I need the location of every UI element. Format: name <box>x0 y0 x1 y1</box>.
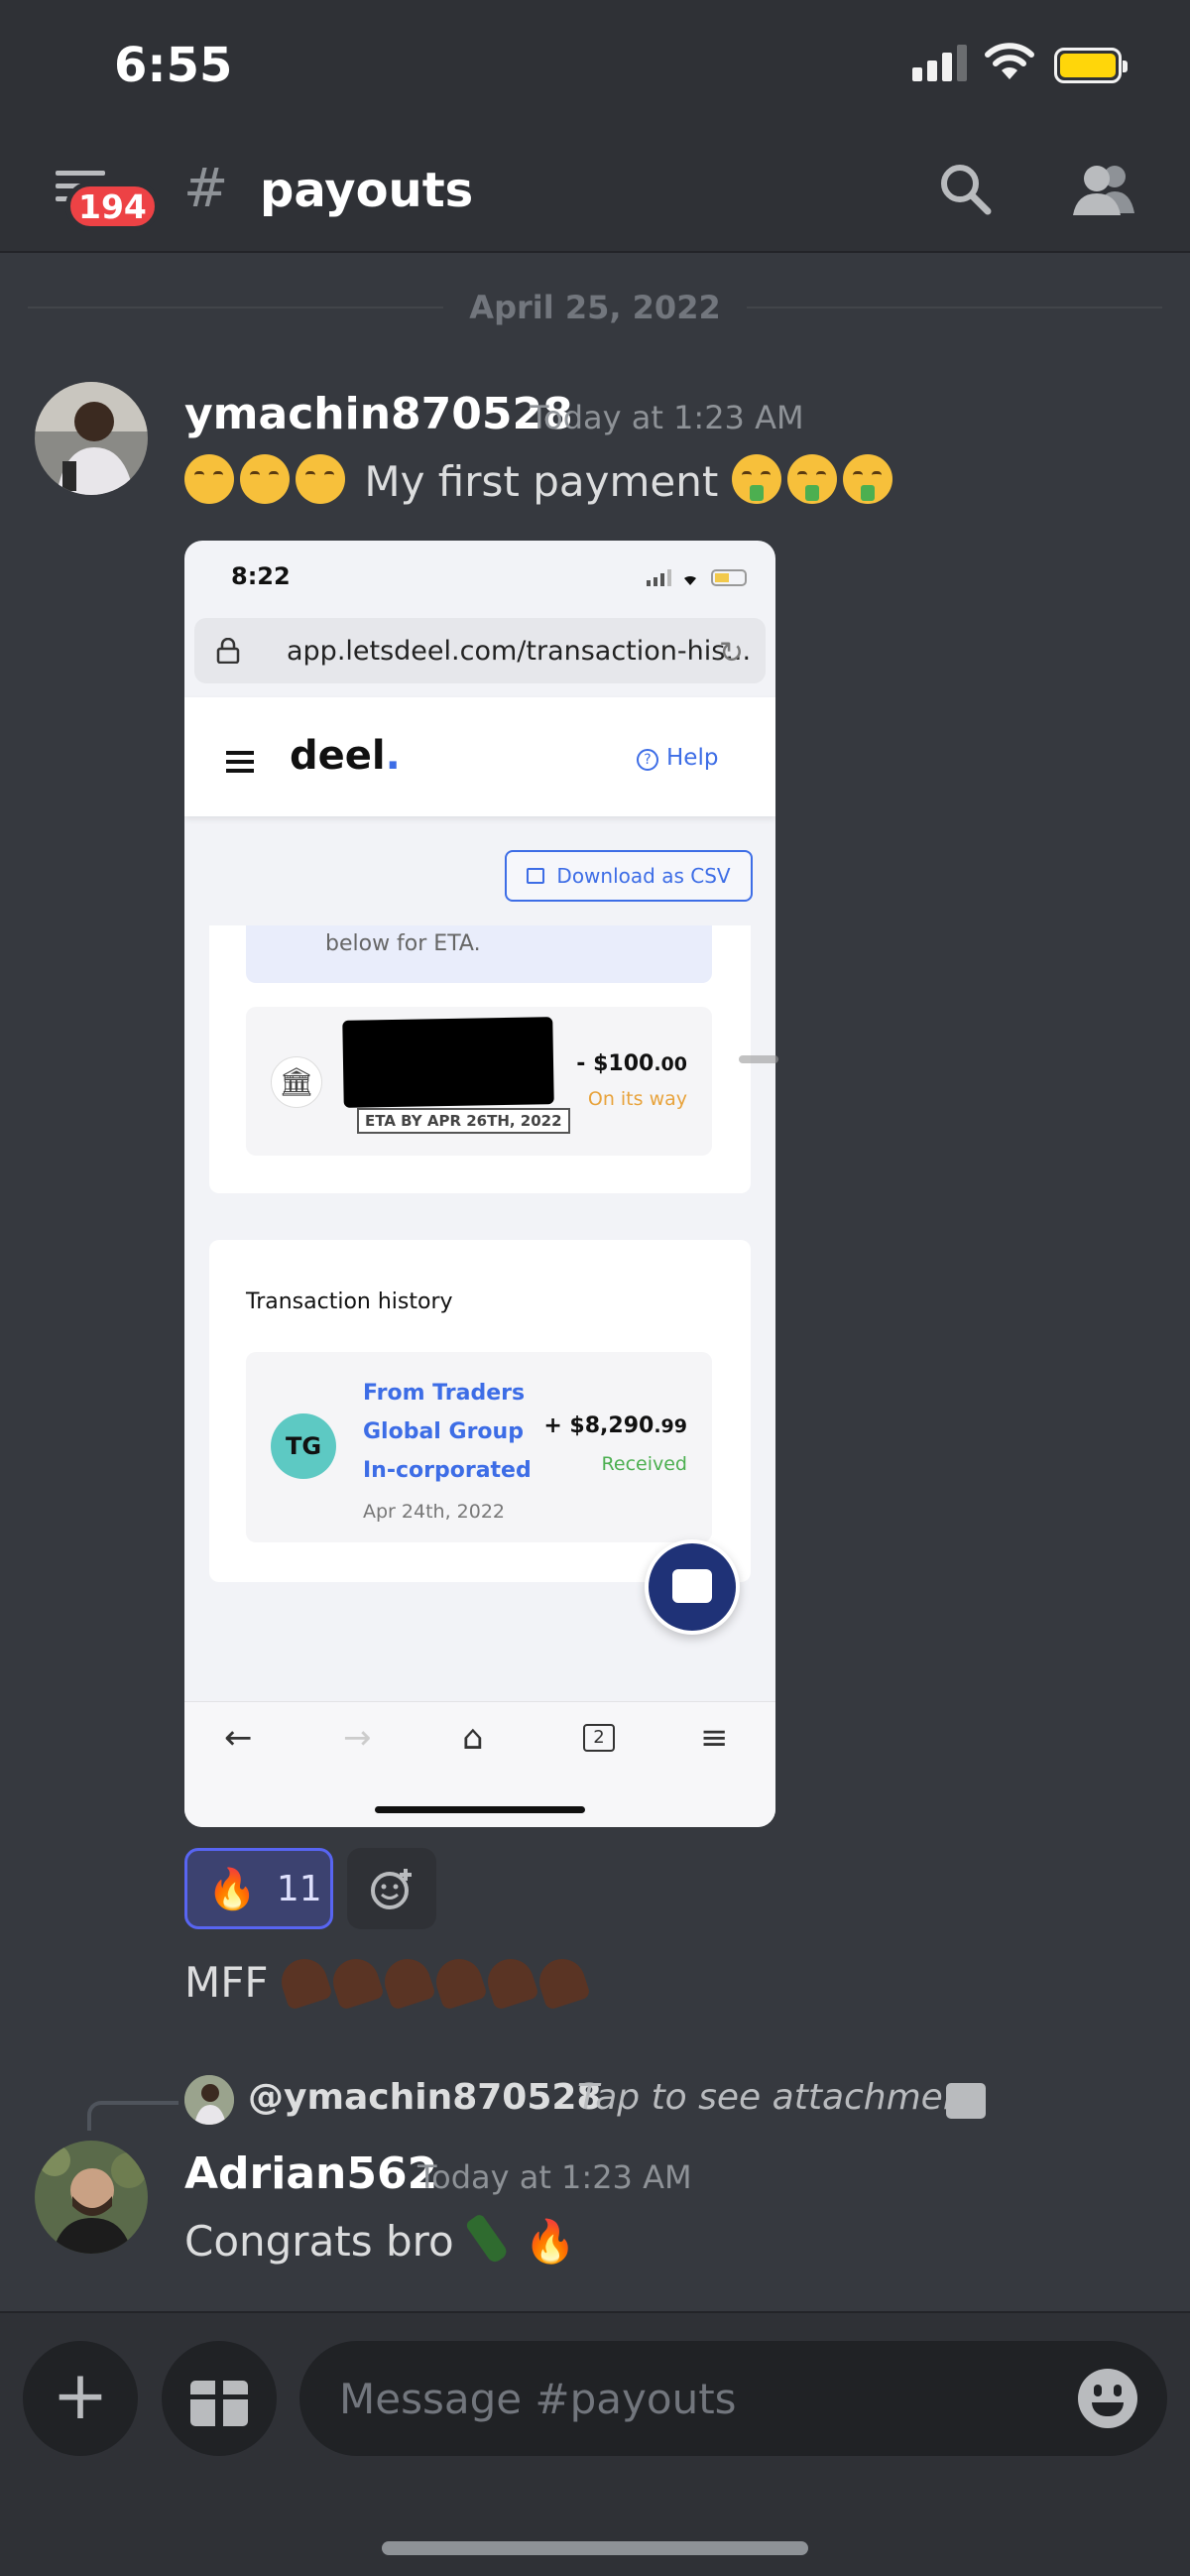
payer-name: From Traders Global Group In-corporated <box>363 1381 532 1483</box>
fire-reaction[interactable]: 🔥 11 <box>184 1848 333 1929</box>
money-mouth-emoji-icon <box>842 454 892 504</box>
pending-status: On its way <box>587 1088 687 1110</box>
message-input[interactable] <box>339 2341 1033 2456</box>
forward-arrow-icon: → <box>343 1718 372 1758</box>
pending-transaction: 🏛 ETA BY APR 26TH, 2022 - $100.00 On its… <box>246 1007 712 1156</box>
message-timestamp: Today at 1:23 AM <box>417 2158 692 2196</box>
channel-hash-icon: # <box>183 157 229 219</box>
flexed-biceps-emoji-icon <box>275 1953 333 2011</box>
bank-icon: 🏛 <box>271 1056 322 1108</box>
message-body: My first payment <box>364 457 719 506</box>
unread-badge: 194 <box>65 182 160 231</box>
message-author[interactable]: ymachin870528 <box>184 389 573 439</box>
message-text: My first payment <box>184 454 898 506</box>
date-divider-text: April 25, 2022 <box>469 289 721 326</box>
deel-header: deel. ? Help <box>184 697 775 816</box>
pending-card: below for ETA. 🏛 ETA BY APR 26TH, 2022 -… <box>209 925 751 1193</box>
pending-amount: - $100.00 <box>576 1051 687 1076</box>
flexed-biceps-emoji-icon <box>481 1953 539 2011</box>
csv-icon <box>527 868 545 884</box>
message-timestamp: Today at 1:23 AM <box>530 399 804 436</box>
partying-face-emoji-icon <box>184 454 234 504</box>
money-mouth-emoji-icon <box>731 454 781 504</box>
tabs-icon: 2 <box>583 1724 615 1752</box>
channel-title[interactable]: payouts <box>260 163 473 218</box>
fire-emoji-icon: 🔥 <box>207 1866 257 1912</box>
transaction-history-card: Transaction history TG From Traders Glob… <box>209 1240 751 1582</box>
reply-username[interactable]: @ymachin870528 <box>248 2077 602 2118</box>
partying-face-emoji-icon <box>240 454 290 504</box>
transaction-status: Received <box>601 1453 687 1475</box>
browser-url: app.letsdeel.com/transaction-his... <box>287 636 752 667</box>
message-body: Congrats bro <box>184 2217 454 2266</box>
home-indicator <box>382 2541 808 2555</box>
gift-button[interactable] <box>162 2341 277 2456</box>
transaction-date: Apr 24th, 2022 <box>363 1501 506 1523</box>
message-text: MFF <box>184 1953 591 2011</box>
image-attachment[interactable]: 8:22 app.letsdeel.com/transaction-his...… <box>184 541 775 1827</box>
partying-face-emoji-icon <box>296 454 345 504</box>
image-icon <box>946 2083 986 2119</box>
search-icon[interactable] <box>938 162 994 217</box>
home-indicator <box>375 1806 585 1813</box>
money-mouth-emoji-icon <box>786 454 837 504</box>
date-divider: April 25, 2022 <box>28 288 1163 327</box>
help-link: ? Help <box>637 745 718 771</box>
flexed-biceps-emoji-icon <box>429 1953 488 2011</box>
reload-icon: ↻ <box>718 636 744 671</box>
reply-preview[interactable]: Tap to see attachment <box>577 2077 980 2118</box>
avatar[interactable] <box>35 2141 148 2254</box>
lock-icon <box>216 638 240 664</box>
transaction-history-title: Transaction history <box>246 1289 453 1314</box>
flexed-biceps-emoji-icon <box>326 1953 385 2011</box>
eta-notice: below for ETA. <box>246 925 712 983</box>
chat-bubble-icon <box>645 1539 740 1635</box>
cellular-signal-icon <box>912 42 970 81</box>
download-csv-button: Download as CSV <box>505 850 753 902</box>
emoji-picker-icon[interactable] <box>1078 2369 1137 2428</box>
attach-button[interactable]: + <box>23 2341 138 2456</box>
message-input-container[interactable] <box>299 2341 1167 2456</box>
members-icon[interactable] <box>1071 162 1136 217</box>
gift-icon <box>190 2381 248 2426</box>
reply-connector <box>87 2101 178 2131</box>
fire-emoji-icon: 🔥 <box>524 2217 576 2266</box>
help-icon: ? <box>637 749 658 771</box>
home-icon: ⌂ <box>462 1718 484 1758</box>
add-reaction-button[interactable] <box>347 1848 436 1929</box>
message-composer: + <box>0 2311 1190 2576</box>
message-body: MFF <box>184 1958 269 2007</box>
message-text: Congrats bro 🔥 <box>184 2212 576 2267</box>
add-reaction-icon <box>371 1869 412 1909</box>
reply-avatar <box>184 2075 234 2125</box>
champagne-emoji-icon <box>464 2212 510 2266</box>
attachment-status-time: 8:22 <box>231 562 291 590</box>
message-author[interactable]: Adrian562 <box>184 2148 437 2199</box>
transaction-row: TG From Traders Global Group In-corporat… <box>246 1352 712 1542</box>
scroll-indicator <box>739 1055 778 1063</box>
battery-icon <box>1054 48 1128 83</box>
reaction-count: 11 <box>276 1868 322 1909</box>
menu-icon: ≡ <box>700 1718 729 1758</box>
hamburger-menu-icon <box>226 751 254 773</box>
status-time: 6:55 <box>114 38 233 93</box>
top-bar: 6:55 194 # payouts <box>0 0 1190 253</box>
deel-logo: deel. <box>290 733 401 779</box>
attachment-status-icons <box>647 569 747 586</box>
back-arrow-icon: ← <box>224 1718 253 1758</box>
eta-label: ETA BY APR 26TH, 2022 <box>357 1108 570 1134</box>
flexed-biceps-emoji-icon <box>533 1953 591 2011</box>
avatar[interactable] <box>35 382 148 495</box>
redacted-block <box>342 1017 554 1108</box>
wifi-icon <box>985 43 1034 79</box>
flexed-biceps-emoji-icon <box>378 1953 436 2011</box>
transaction-amount: + $8,290.99 <box>543 1413 687 1438</box>
browser-url-bar: app.letsdeel.com/transaction-his... ↻ <box>194 618 766 683</box>
payer-avatar: TG <box>271 1413 336 1479</box>
